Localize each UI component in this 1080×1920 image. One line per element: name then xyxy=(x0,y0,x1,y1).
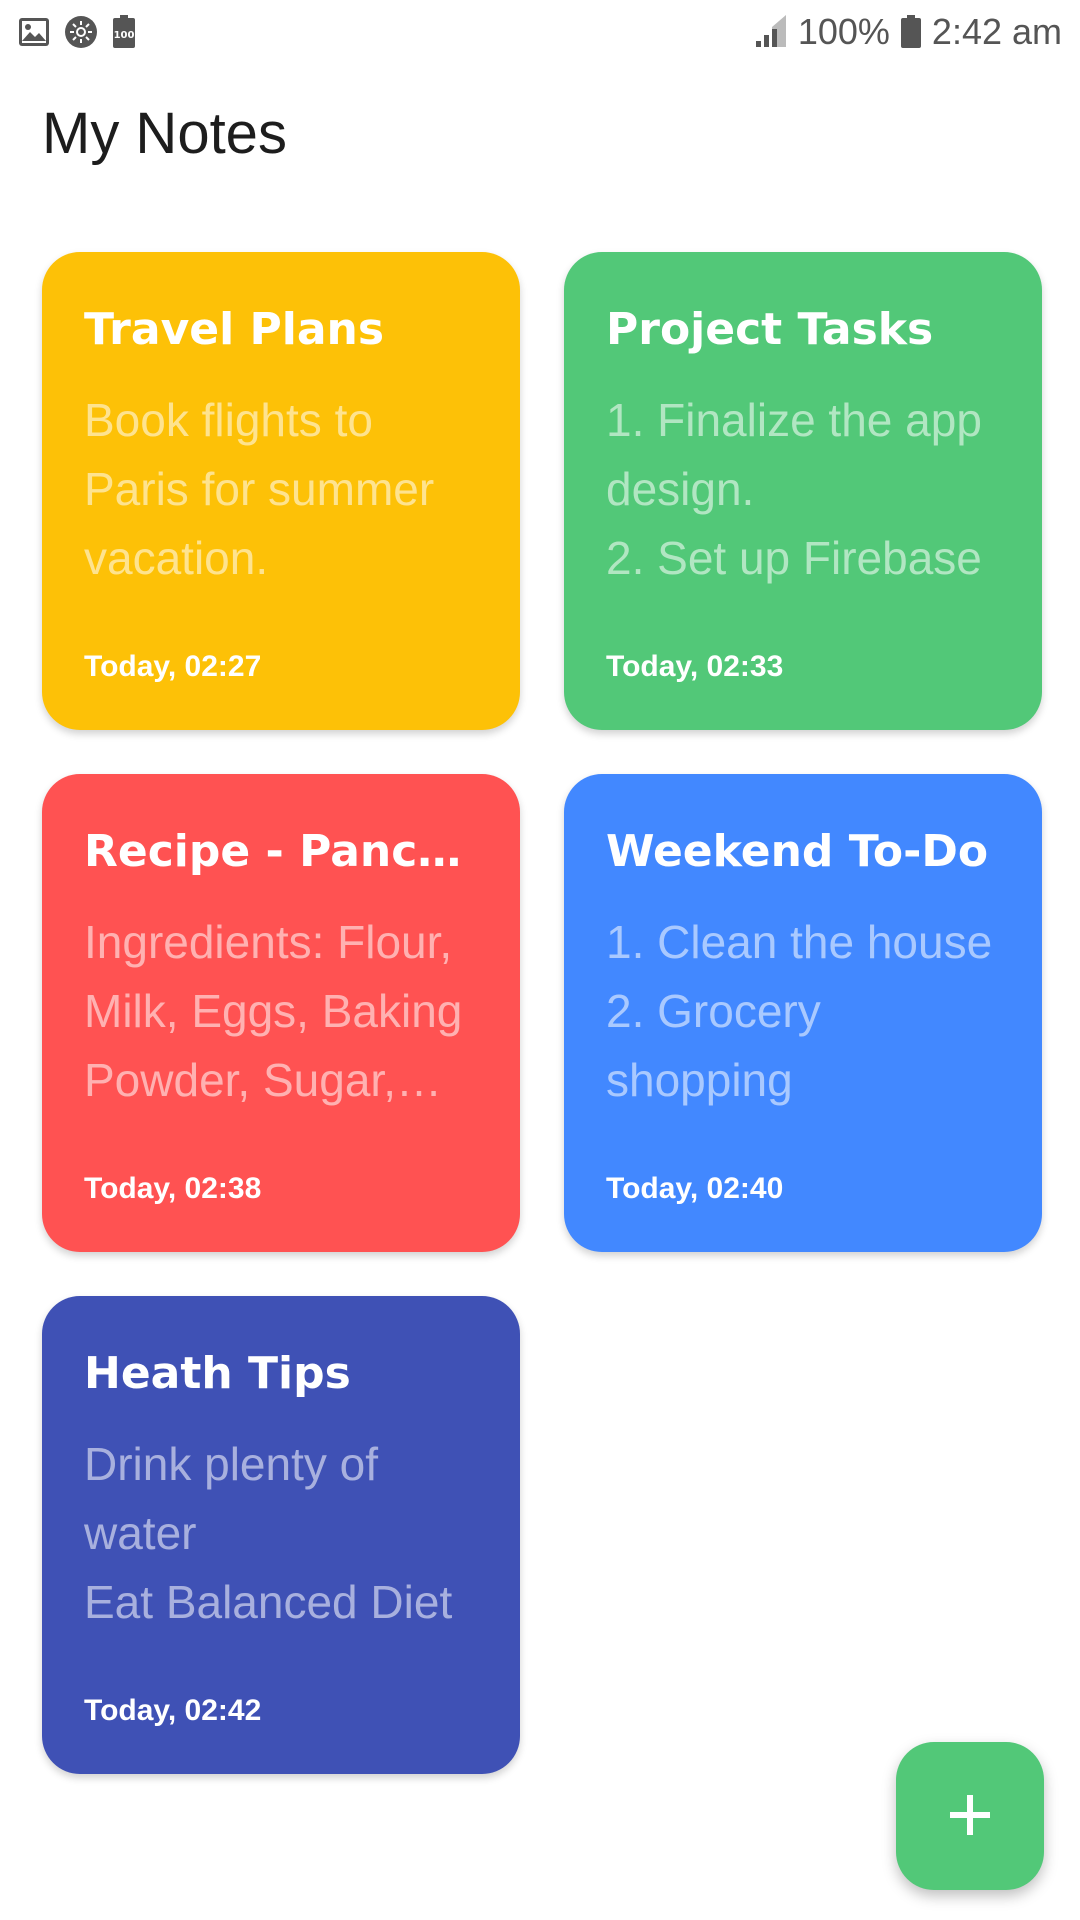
note-title: Recipe - Pancakes xyxy=(84,826,478,877)
note-card[interactable]: Project Tasks 1. Finalize the app design… xyxy=(564,252,1042,730)
note-title: Project Tasks xyxy=(606,304,934,355)
battery-notification-text: 100 xyxy=(114,30,135,41)
plus-icon xyxy=(948,1793,992,1840)
note-card[interactable]: Travel Plans Book flights to Paris for s… xyxy=(42,252,520,730)
status-bar: 100 100% 2:42 am xyxy=(0,0,1080,64)
note-date: Today, 02:42 xyxy=(84,1694,262,1727)
note-body: 1. Finalize the app design. 2. Set up Fi… xyxy=(606,394,982,584)
brightness-notification-icon xyxy=(64,15,98,49)
note-date: Today, 02:38 xyxy=(84,1172,262,1205)
image-notification-icon xyxy=(18,17,50,47)
note-title: Weekend To-Do xyxy=(606,826,989,877)
battery-icon xyxy=(900,15,922,49)
note-date: Today, 02:27 xyxy=(84,650,262,683)
note-title: Travel Plans xyxy=(84,304,385,355)
note-date: Today, 02:40 xyxy=(606,1172,784,1205)
add-note-button[interactable] xyxy=(896,1742,1044,1890)
note-body: Ingredients: Flour, Milk, Eggs, Baking P… xyxy=(84,916,463,1106)
notes-grid: Travel Plans Book flights to Paris for s… xyxy=(42,252,1042,1774)
note-title: Heath Tips xyxy=(84,1348,351,1399)
status-left: 100 xyxy=(18,15,136,49)
battery-percent: 100% xyxy=(797,11,890,52)
battery-notification-icon: 100 xyxy=(112,15,136,49)
note-date: Today, 02:33 xyxy=(606,650,784,683)
note-card[interactable]: Recipe - Pancakes Ingredients: Flour, Mi… xyxy=(42,774,520,1252)
note-card[interactable]: Weekend To-Do 1. Clean the house 2. Groc… xyxy=(564,774,1042,1252)
page-title: My Notes xyxy=(42,101,287,166)
note-card[interactable]: Heath Tips Drink plenty of water Eat Bal… xyxy=(42,1296,520,1774)
note-body: 1. Clean the house 2. Grocery shopping xyxy=(606,916,993,1106)
clock: 2:42 am xyxy=(931,11,1062,52)
note-body: Drink plenty of water Eat Balanced Diet xyxy=(84,1438,453,1628)
signal-icon xyxy=(754,15,788,49)
status-right: 100% 2:42 am xyxy=(754,11,1062,53)
note-body: Book flights to Paris for summer vacatio… xyxy=(84,394,435,584)
